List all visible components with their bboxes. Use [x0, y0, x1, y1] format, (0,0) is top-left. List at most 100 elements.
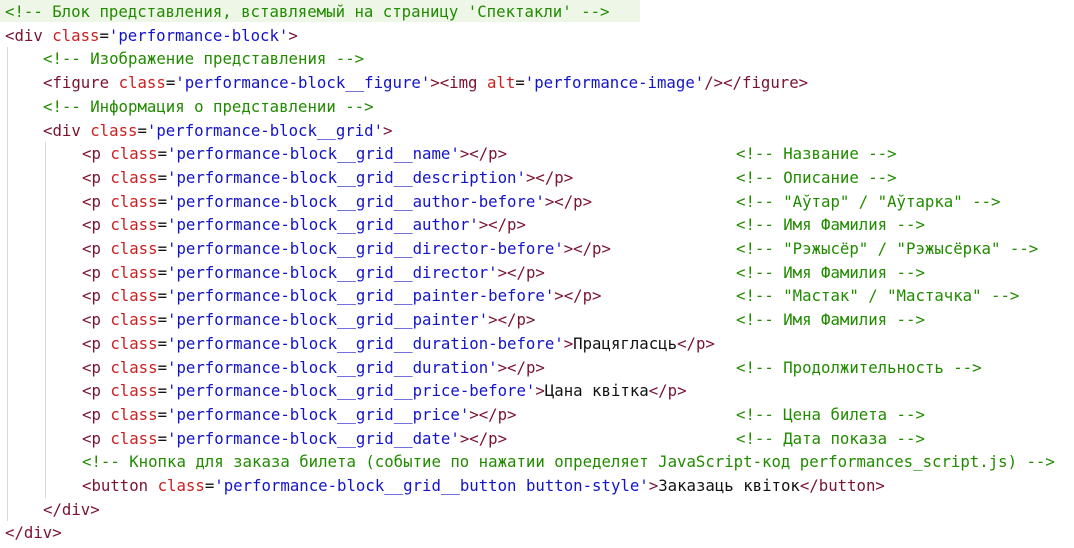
code-token: <!-- Информация о представлении -->: [43, 96, 374, 116]
inline-comment: <!-- "Рэжысёр" / "Рэжысёрка" -->: [736, 239, 1039, 258]
code-token: =: [157, 333, 168, 353]
code-token: <p: [82, 262, 101, 282]
code-line[interactable]: <p class='performance-block__grid__direc…: [82, 261, 545, 285]
code-token: 'performance-block__grid__author-before': [167, 191, 545, 211]
code-token: 'performance-block__grid__director-befor…: [167, 239, 564, 258]
code-line[interactable]: <p class='performance-block__grid__name'…: [82, 142, 507, 166]
code-token: class: [157, 476, 205, 495]
code-token: 'performance-block__grid__button button-…: [214, 476, 649, 495]
code-line[interactable]: <!-- Кнопка для заказа билета (событие п…: [82, 450, 1055, 474]
code-token: =: [157, 167, 168, 187]
code-token: 'performance-block__grid__duration-befor…: [167, 333, 564, 353]
code-token: =: [157, 404, 168, 424]
code-token: =: [204, 476, 215, 495]
code-token: <p: [82, 215, 101, 235]
code-token: class: [52, 25, 100, 45]
code-token: <p: [82, 428, 101, 448]
code-token: <!-- Изображение представления -->: [43, 49, 365, 69]
code-token: class: [118, 73, 166, 93]
code-token: =: [157, 262, 168, 282]
code-token: ><img: [430, 73, 478, 93]
code-token: >: [288, 25, 298, 45]
code-token: =: [137, 120, 147, 140]
code-token: 'performance-block__grid__name': [167, 144, 460, 164]
code-token: Працягласць: [573, 333, 678, 353]
code-token: <p: [82, 357, 101, 377]
code-token: Цана квітка: [544, 381, 649, 401]
code-line[interactable]: <!-- Информация о представлении -->: [43, 95, 374, 119]
code-line[interactable]: <figure class='performance-block__figure…: [43, 71, 808, 95]
code-line[interactable]: <p class='performance-block__grid__autho…: [82, 190, 592, 214]
code-token: <div: [43, 120, 81, 140]
code-token: 'performance-block__grid__painter': [167, 310, 489, 330]
code-token: ></p>: [563, 239, 611, 258]
code-token: class: [110, 262, 158, 282]
code-token: =: [515, 73, 525, 93]
code-token: ></p>: [554, 286, 602, 306]
code-token: <p: [82, 167, 101, 187]
code-token: 'performance-block__figure': [175, 73, 431, 93]
code-line[interactable]: <p class='performance-block__grid__durat…: [82, 356, 545, 380]
code-token: ></p>: [544, 191, 593, 211]
code-token: >: [383, 120, 393, 140]
code-line[interactable]: <p class='performance-block__grid__durat…: [82, 332, 715, 356]
code-token: =: [157, 428, 168, 448]
code-line[interactable]: <p class='performance-block__grid__direc…: [82, 237, 611, 261]
code-token: ></p>: [459, 428, 508, 448]
inline-comment: <!-- Продолжительность -->: [736, 357, 982, 377]
code-token: <p: [82, 239, 101, 258]
code-token: 'performance-block__grid__price-before': [167, 381, 536, 401]
code-token: ></p>: [497, 262, 545, 282]
code-line[interactable]: <p class='performance-block__grid__date'…: [82, 427, 507, 451]
inline-comment: <!-- Дата показа -->: [736, 428, 925, 448]
code-line[interactable]: <p class='performance-block__grid__paint…: [82, 284, 602, 308]
code-token: class: [110, 381, 158, 401]
code-token: 'performance-block__grid__painter-before…: [167, 286, 555, 306]
code-token: =: [99, 25, 109, 45]
code-token: =: [165, 73, 176, 93]
code-line[interactable]: <p class='performance-block__grid__price…: [82, 379, 687, 403]
code-line[interactable]: <div class='performance-block'>: [5, 24, 298, 48]
code-line[interactable]: </div>: [43, 498, 100, 522]
code-token: Заказаць квіток: [658, 476, 800, 495]
inline-comment: <!-- "Мастак" / "Мастачка" -->: [736, 286, 1020, 306]
code-editor[interactable]: <!-- Блок представления, вставляемый на …: [0, 0, 1074, 548]
code-token: 'performance-image': [524, 73, 705, 93]
code-token: <p: [82, 286, 101, 306]
code-line[interactable]: <p class='performance-block__grid__price…: [82, 403, 517, 427]
code-token: <p: [82, 333, 101, 353]
code-line[interactable]: <p class='performance-block__grid__paint…: [82, 308, 535, 332]
code-token: =: [157, 310, 168, 330]
code-token: =: [157, 191, 168, 211]
code-line[interactable]: <!-- Изображение представления -->: [43, 47, 364, 71]
code-token: =: [157, 215, 168, 235]
code-line[interactable]: <p class='performance-block__grid__descr…: [82, 166, 573, 190]
code-token: <!-- Блок представления, вставляемый на …: [5, 2, 610, 21]
code-token: <p: [82, 144, 101, 164]
code-token: class: [110, 191, 158, 211]
code-line[interactable]: <button class='performance-block__grid__…: [82, 474, 885, 498]
code-token: ></p>: [497, 357, 545, 377]
code-token: 'performance-block__grid__duration': [167, 357, 498, 377]
code-line[interactable]: <!-- Блок представления, вставляемый на …: [5, 0, 609, 24]
code-token: <p: [82, 191, 101, 211]
code-token: >: [563, 333, 574, 353]
code-line[interactable]: <p class='performance-block__grid__autho…: [82, 213, 526, 237]
code-token: 'performance-block__grid__price': [167, 404, 470, 424]
code-token: <button: [82, 476, 149, 495]
code-line[interactable]: </div>: [5, 521, 62, 545]
inline-comment: <!-- Описание -->: [736, 167, 897, 187]
code-line[interactable]: <div class='performance-block__grid'>: [43, 119, 393, 143]
